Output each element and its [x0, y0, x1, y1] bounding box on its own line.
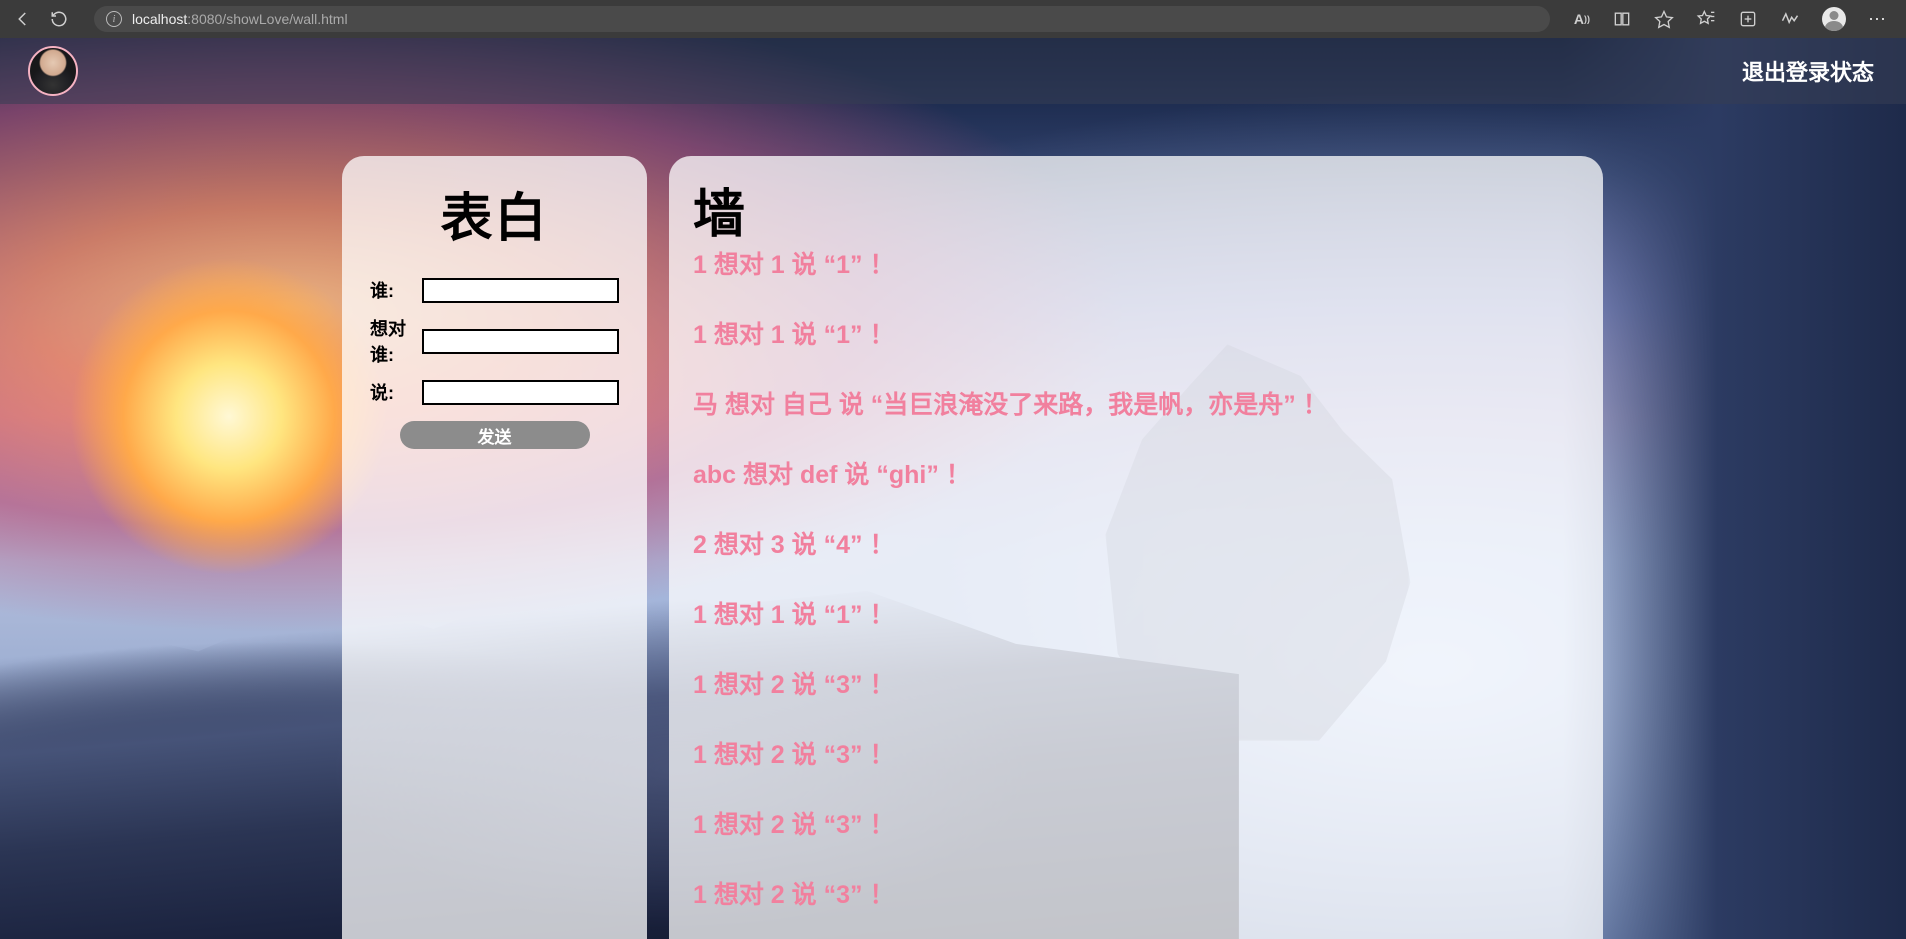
logout-link[interactable]: 退出登录状态 [1742, 55, 1874, 87]
wall-message: 2 想对 3 说 “4” ！ [693, 530, 1581, 560]
wall-message: 马 想对 自己 说 “当巨浪淹没了来路，我是帆，亦是舟” ！ [693, 390, 1581, 420]
wall-message: abc 想对 def 说 “ghi” ！ [693, 460, 1581, 490]
address-bar[interactable]: i localhost:8080/showLove/wall.html [94, 6, 1550, 32]
wall-panel: 墙 1 想对 1 说 “1” ！ 1 想对 1 说 “1” ！ 马 想对 自己 说 … [669, 156, 1603, 939]
form-title: 表白 [370, 176, 619, 251]
favorites-bar-icon[interactable] [1696, 9, 1716, 29]
who-input[interactable] [422, 278, 619, 303]
say-label: 说: [370, 379, 422, 405]
to-input[interactable] [422, 329, 619, 354]
collections-icon[interactable] [1738, 9, 1758, 29]
refresh-button[interactable] [48, 8, 70, 30]
wall-message: 1 想对 2 说 “3” ！ [693, 740, 1581, 770]
site-info-icon[interactable]: i [106, 11, 122, 27]
wall-message: 1 想对 1 说 “1” ！ [693, 600, 1581, 630]
confession-form-panel: 表白 谁: 想对谁: 说: 发送 [342, 156, 647, 939]
wall-message: 1 想对 1 说 “1” ！ [693, 250, 1581, 280]
send-button[interactable]: 发送 [400, 421, 590, 449]
wall-message: 1 想对 2 说 “3” ！ [693, 810, 1581, 840]
wall-message: 1 想对 2 说 “3” ！ [693, 880, 1581, 910]
more-menu-icon[interactable]: ⋯ [1868, 9, 1888, 30]
user-avatar[interactable] [28, 46, 78, 96]
back-button[interactable] [12, 8, 34, 30]
immersive-reader-icon[interactable] [1612, 9, 1632, 29]
to-label: 想对谁: [370, 315, 422, 367]
wall-title: 墙 [693, 172, 1577, 247]
favorite-star-icon[interactable] [1654, 9, 1674, 29]
decorative-cliff [1563, 38, 1906, 939]
browser-toolbar: i localhost:8080/showLove/wall.html A)) … [0, 0, 1906, 38]
who-label: 谁: [370, 277, 422, 303]
say-input[interactable] [422, 380, 619, 405]
wall-message: 1 想对 2 说 “3” ！ [693, 670, 1581, 700]
url-text: localhost:8080/showLove/wall.html [132, 11, 348, 27]
profile-avatar-icon[interactable] [1822, 7, 1846, 31]
app-header: 退出登录状态 [0, 38, 1906, 104]
wall-message: 1 想对 1 说 “1” ！ [693, 320, 1581, 350]
read-aloud-icon[interactable]: A)) [1574, 11, 1590, 27]
page-viewport: 退出登录状态 表白 谁: 想对谁: 说: 发送 墙 1 想对 1 说 “1” ！… [0, 38, 1906, 939]
wall-message-list[interactable]: 1 想对 1 说 “1” ！ 1 想对 1 说 “1” ！ 马 想对 自己 说 “当… [693, 250, 1593, 939]
performance-icon[interactable] [1780, 9, 1800, 29]
